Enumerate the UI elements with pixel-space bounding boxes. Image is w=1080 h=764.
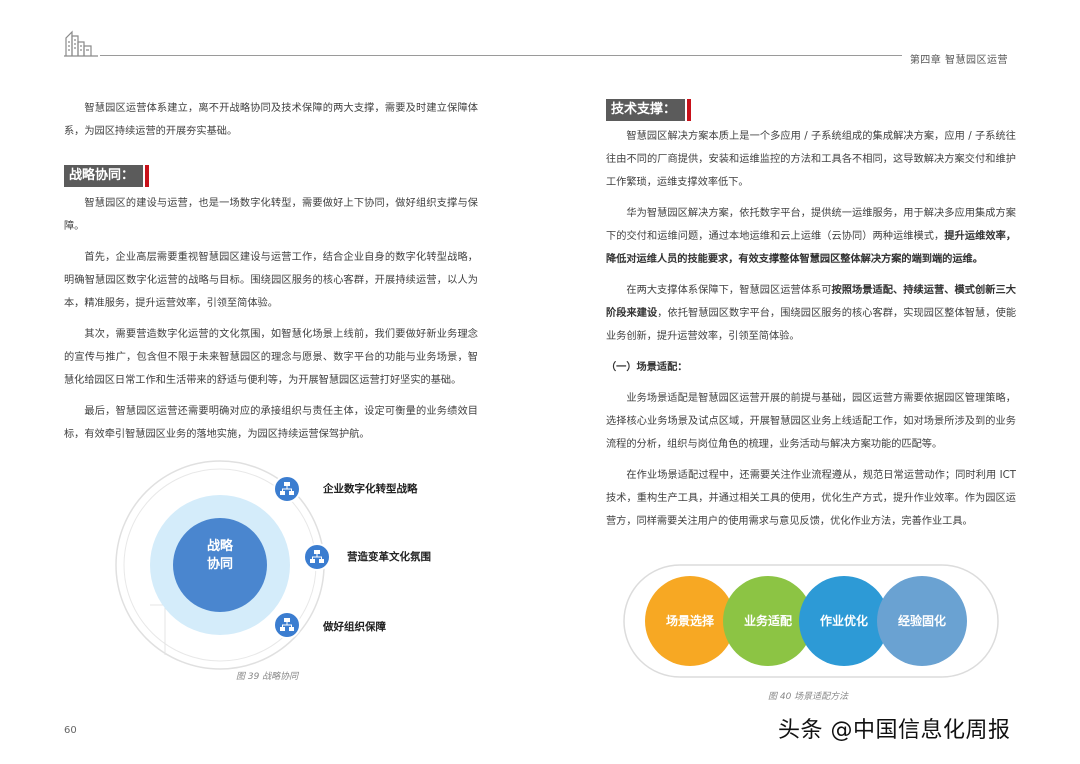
right-body: 智慧园区解决方案本质上是一个多应用 / 子系统组成的集成解决方案，应用 / 子系…: [606, 125, 1016, 541]
section-title-strategy: 战略协同：: [64, 165, 150, 187]
stage-label-1: 场景选择: [665, 614, 714, 628]
section-title-tech: 技术支撑：: [606, 99, 692, 121]
scene-paragraph-2: 在作业场景适配过程中，还需要关注作业流程遵从，规范日常运营动作；同时利用 ICT…: [606, 470, 1016, 527]
sub-heading-scene: （一）场景适配：: [606, 362, 688, 373]
section-title-accent: [145, 165, 150, 187]
org-chart-icon: [303, 543, 331, 571]
scene-paragraph-1: 业务场景适配是智慧园区运营开展的前提与基础，园区运营方需要依据园区管理策略，选择…: [606, 393, 1016, 450]
figure-caption-39: 图 39 战略协同: [236, 672, 299, 682]
tech-paragraph-3: 在两大支撑体系保障下，智慧园区运营体系可按照场景适配、持续运营、模式创新三大阶段…: [606, 285, 1017, 342]
strategy-paragraph-2: 首先，企业高层需要重视智慧园区建设与运营工作，结合企业自身的数字化转型战略，明确…: [64, 252, 478, 309]
strategy-paragraph-1: 智慧园区的建设与运营，也是一场数字化转型，需要做好上下协同，做好组织支撑与保障。: [64, 198, 478, 232]
diagram-item-3: 做好组织保障: [323, 621, 386, 633]
stage-label-4: 经验固化: [897, 614, 946, 628]
diagram-item-2: 营造变革文化氛围: [347, 551, 431, 563]
center-label: 战略协同: [206, 539, 233, 572]
page-number: 60: [64, 725, 77, 736]
left-column: 智慧园区运营体系建立，离不开战略协同及技术保障的两大支撑，需要及时建立保障体系，…: [64, 97, 478, 151]
intro-paragraph: 智慧园区运营体系建立，离不开战略协同及技术保障的两大支撑，需要及时建立保障体系，…: [64, 103, 478, 137]
tech-paragraph-2: 华为智慧园区解决方案，依托数字平台，提供统一运维服务，用于解决多应用集成方案下的…: [606, 208, 1017, 265]
figure-caption-40: 图 40 场景适配方法: [768, 692, 849, 702]
document-page: 第四章 智慧园区运营 智慧园区运营体系建立，离不开战略协同及技术保障的两大支撑，…: [0, 0, 1080, 764]
source-watermark: 头条 @中国信息化周报: [778, 718, 1011, 743]
diagram-item-1: 企业数字化转型战略: [323, 483, 418, 495]
building-logo-icon: [64, 30, 98, 57]
org-chart-icon: [273, 475, 301, 503]
strategy-paragraph-4: 最后，智慧园区运营还需要明确对应的承接组织与责任主体，设定可衡量的业务绩效目标，…: [64, 406, 478, 440]
section-title-accent: [687, 99, 692, 121]
org-chart-icon: [273, 611, 301, 639]
chapter-title: 第四章 智慧园区运营: [901, 51, 1008, 66]
section-title-text: 战略协同：: [69, 168, 135, 183]
left-body: 智慧园区的建设与运营，也是一场数字化转型，需要做好上下协同，做好组织支撑与保障。…: [64, 192, 478, 454]
tech-paragraph-1: 智慧园区解决方案本质上是一个多应用 / 子系统组成的集成解决方案，应用 / 子系…: [606, 131, 1016, 188]
stage-label-3: 作业优化: [819, 614, 868, 628]
strategy-paragraph-3: 其次，需要营造数字化运营的文化氛围，如智慧化场景上线前，我们要做好新业务理念的宣…: [64, 329, 478, 386]
header-rule: [100, 55, 1008, 56]
section-title-text: 技术支撑：: [611, 102, 677, 117]
